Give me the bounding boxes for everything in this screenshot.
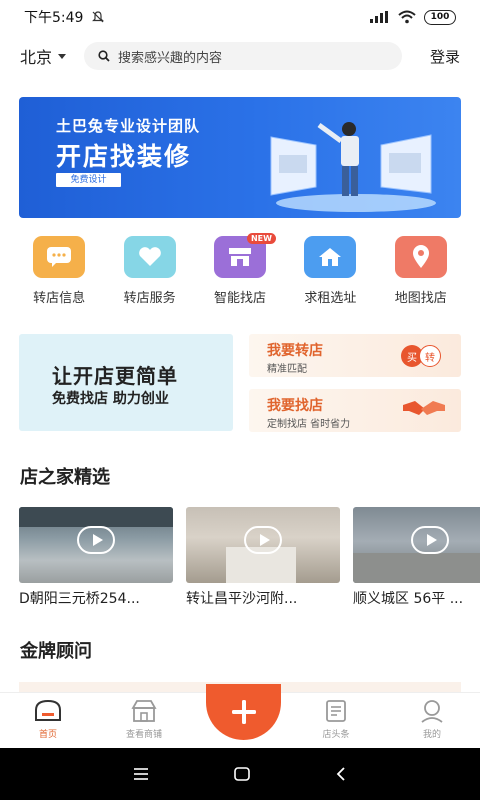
sell-badge: 转 <box>419 345 441 367</box>
promo-card-easy-start[interactable]: 让开店更简单 免费找店 助力创业 <box>19 334 233 431</box>
video-thumbnail <box>19 507 173 583</box>
grid-label: 转店服务 <box>123 291 176 306</box>
home-nav-icon[interactable] <box>233 766 251 782</box>
tab-home[interactable]: 首页 <box>0 693 96 748</box>
signal-icon <box>370 11 388 23</box>
grid-item-map-find[interactable]: 地图找店 <box>383 236 459 306</box>
tab-label: 查看商铺 <box>125 730 162 740</box>
back-icon[interactable] <box>334 766 348 782</box>
transfer-title: 我要转店 <box>267 343 323 359</box>
search-input[interactable]: 搜索感兴趣的内容 <box>84 42 403 70</box>
promo-card-transfer[interactable]: 我要转店 精准匹配 买 转 <box>249 334 461 377</box>
chevron-down-icon <box>58 53 67 59</box>
grid-label: 地图找店 <box>394 291 447 306</box>
tab-label: 店头条 <box>322 730 350 740</box>
top-header: 北京 搜索感兴趣的内容 登录 <box>0 36 480 76</box>
promo-subtitle: 免费找店 助力创业 <box>52 391 169 407</box>
tab-label: 首页 <box>38 730 57 740</box>
city-label: 北京 <box>20 48 53 67</box>
profile-icon <box>421 700 443 723</box>
promo-banner[interactable]: 土巴兔专业设计团队 开店找装修 免费设计 <box>19 97 461 218</box>
section-title-featured: 店之家精选 <box>20 467 110 488</box>
video-thumbnail <box>186 507 340 583</box>
heart-icon <box>123 236 176 278</box>
grid-item-rent-location[interactable]: 求租选址 <box>292 236 368 306</box>
tab-label: 我的 <box>422 730 441 740</box>
video-title: D朝阳三元桥254... <box>19 591 140 607</box>
video-card[interactable]: 转让昌平沙河附... <box>186 507 340 607</box>
battery-indicator: 100 <box>424 9 456 25</box>
video-title: 转让昌平沙河附... <box>186 591 298 607</box>
system-nav-bar <box>0 748 480 800</box>
grid-item-smart-find[interactable]: NEW 智能找店 <box>202 233 278 306</box>
video-card[interactable]: 顺义城区 56平 ... <box>353 507 480 607</box>
shop-icon: NEW <box>213 233 276 278</box>
promo-title: 让开店更简单 <box>52 364 178 388</box>
find-title: 我要找店 <box>267 398 323 414</box>
chat-bubble-icon <box>33 236 86 278</box>
home-tab-icon <box>35 699 61 721</box>
video-card[interactable]: D朝阳三元桥254... <box>19 507 173 607</box>
section-title-advisors: 金牌顾问 <box>20 641 92 662</box>
handshake-icon <box>403 401 445 415</box>
grid-label: 求租选址 <box>304 291 357 306</box>
status-bar: 下午5:49 100 <box>0 0 480 34</box>
promo-card-find[interactable]: 我要找店 定制找店 省时省力 <box>249 389 461 432</box>
status-time: 下午5:49 <box>24 10 84 26</box>
grid-item-transfer-info[interactable]: 转店信息 <box>21 236 97 306</box>
grid-label: 转店信息 <box>33 291 86 306</box>
play-icon <box>77 526 115 554</box>
search-icon <box>98 50 110 62</box>
thumb-floor <box>353 553 480 583</box>
wifi-icon <box>398 10 416 24</box>
find-subtitle: 定制找店 省时省力 <box>267 419 351 430</box>
map-pin-icon <box>394 236 447 278</box>
thumb-window <box>19 507 173 527</box>
new-badge: NEW <box>246 233 276 244</box>
buy-sell-badge: 买 转 <box>401 345 441 367</box>
play-icon <box>411 526 449 554</box>
news-icon <box>326 700 346 722</box>
menu-icon[interactable] <box>132 767 150 781</box>
free-design-button[interactable]: 免费设计 <box>56 173 121 187</box>
banner-subtitle: 土巴兔专业设计团队 <box>56 117 201 135</box>
video-title: 顺义城区 56平 ... <box>353 591 464 607</box>
banner-vr-illustration <box>270 122 436 212</box>
home-icon <box>304 236 357 278</box>
feature-grid: 转店信息 转店服务 NEW 智能找店 求租选址 地图找店 <box>0 233 480 306</box>
city-selector[interactable]: 北京 <box>20 44 67 68</box>
video-list: D朝阳三元桥254... 转让昌平沙河附... 顺义城区 56平 ... <box>19 507 480 607</box>
transfer-subtitle: 精准匹配 <box>267 364 307 375</box>
video-thumbnail <box>353 507 480 583</box>
banner-title: 开店找装修 <box>56 142 192 171</box>
grid-label: 智能找店 <box>213 291 266 306</box>
plus-icon <box>231 700 256 724</box>
battery-level: 100 <box>430 12 450 22</box>
tab-news[interactable]: 店头条 <box>288 693 384 748</box>
grid-item-transfer-service[interactable]: 转店服务 <box>112 236 188 306</box>
mute-bell-icon <box>92 11 105 23</box>
play-icon <box>244 526 282 554</box>
storefront-icon <box>131 700 157 722</box>
search-placeholder: 搜索感兴趣的内容 <box>118 50 223 66</box>
login-button[interactable]: 登录 <box>430 46 460 67</box>
tab-profile[interactable]: 我的 <box>384 693 480 748</box>
tab-view-shops[interactable]: 查看商铺 <box>96 693 192 748</box>
